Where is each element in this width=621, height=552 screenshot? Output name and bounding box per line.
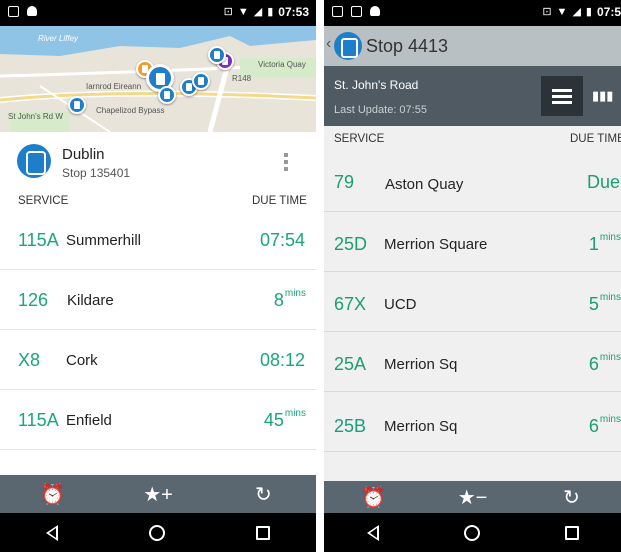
due-time-column-header: DUE TIME <box>570 133 621 145</box>
map-label: St John's Rd W <box>8 112 63 121</box>
map-label: Iarnrod Eireann <box>86 82 142 91</box>
due-time-column-header: DUE TIME <box>252 195 307 207</box>
alarm-icon[interactable]: ⏰ <box>0 475 105 513</box>
departure-row[interactable]: 115A Enfield 45mins <box>0 390 316 450</box>
route-number: X8 <box>18 350 41 370</box>
map-label: R148 <box>232 74 252 83</box>
signal-icon: ◢ <box>253 6 263 18</box>
android-icon <box>370 6 380 16</box>
departure-row[interactable]: 25D Merrion Square 1mins <box>324 212 621 272</box>
due-time: Due <box>586 172 620 192</box>
vibrate-icon: ⊡ <box>223 6 233 18</box>
route-number: 115A <box>18 410 59 430</box>
departure-row[interactable]: 126 Kildare 8mins <box>0 270 316 330</box>
map-label: River Liffey <box>38 34 79 43</box>
recent-apps-icon[interactable] <box>256 525 271 540</box>
destination: Enfield <box>66 412 112 429</box>
due-time: 8mins <box>273 288 306 310</box>
route-number: 79 <box>334 172 355 192</box>
bus-stop-pin[interactable] <box>208 46 226 64</box>
battery-icon: ▮ <box>267 6 274 18</box>
status-time: 07:53 <box>278 5 309 19</box>
route-number: 25A <box>334 354 367 374</box>
stop-map[interactable]: River Liffey Iarnrod Eireann Victoria Qu… <box>0 26 316 132</box>
list-view-button[interactable] <box>541 76 583 116</box>
destination: UCD <box>384 296 417 313</box>
due-time: 5mins <box>588 292 621 314</box>
destination: Summerhill <box>66 232 142 249</box>
departure-row[interactable]: 67X UCD 5mins <box>324 272 621 332</box>
departure-row[interactable]: X8 Cork 08:12 <box>0 330 316 390</box>
departure-row[interactable]: 25A Merrion Sq 6mins <box>324 332 621 392</box>
map-label: Victoria Quay <box>258 60 306 69</box>
destination: Cork <box>66 352 98 369</box>
page-title: Stop 4413 <box>366 36 449 56</box>
route-number: 25D <box>334 234 368 254</box>
destination: Merrion Square <box>384 236 488 253</box>
refresh-icon[interactable]: ↻ <box>211 475 316 513</box>
bus-stop-pin[interactable] <box>68 96 86 114</box>
bus-stop-pin[interactable] <box>158 86 176 104</box>
wifi-icon: ▼ <box>237 6 249 18</box>
destination: Kildare <box>67 292 114 309</box>
notification-icon <box>332 6 343 17</box>
route-number: 67X <box>334 294 367 314</box>
navigation-bar <box>324 513 621 552</box>
vibrate-icon: ⊡ <box>542 6 552 18</box>
add-favourite-icon[interactable]: ★+ <box>105 475 210 513</box>
android-icon <box>27 6 37 16</box>
destination: Merrion Sq <box>384 418 458 435</box>
remove-favourite-icon[interactable]: ★− <box>423 481 522 513</box>
bus-stop-pin[interactable] <box>192 72 210 90</box>
bottom-toolbar: ⏰ ★− ↻ <box>324 481 621 513</box>
wifi-icon: ▼ <box>556 6 568 18</box>
alarm-icon[interactable]: ⏰ <box>324 481 423 513</box>
route-number: 126 <box>18 290 49 310</box>
left-screen: ⊡ ▼ ◢ ▮ 07:53 River Liffey Iarnrod Eirea… <box>0 0 316 552</box>
signal-icon: ◢ <box>572 6 581 18</box>
status-bar: ⊡ ▼ ◢ ▮ 07:5 <box>324 0 621 26</box>
service-column-header: SERVICE <box>334 133 385 145</box>
battery-icon: ▮ <box>585 6 592 18</box>
departure-row[interactable]: 79 Aston Quay Due <box>324 152 621 212</box>
back-chevron-icon[interactable]: ‹ <box>326 35 331 53</box>
due-time: 6mins <box>588 352 621 374</box>
status-time: 07:5 <box>596 5 621 19</box>
bus-icon <box>17 144 51 178</box>
bus-icon <box>334 32 362 60</box>
stop-name: Dublin <box>62 146 105 163</box>
notification-icon <box>8 6 19 17</box>
due-time: 08:12 <box>259 350 305 370</box>
due-time: 6mins <box>588 414 621 436</box>
due-time: 1mins <box>588 232 621 254</box>
due-time: 45mins <box>263 408 306 430</box>
departure-row[interactable]: 115A Summerhill 07:54 <box>0 210 316 270</box>
bottom-toolbar: ⏰ ★+ ↻ <box>0 475 316 513</box>
last-update: Last Update: 07:55 <box>334 104 427 116</box>
navigation-bar <box>0 513 316 552</box>
map-view-icon[interactable]: ▮▮▮ <box>592 88 613 104</box>
route-number: 25B <box>334 416 367 436</box>
home-icon[interactable] <box>148 524 165 541</box>
stop-code: Stop 135401 <box>62 166 131 180</box>
departure-row[interactable]: 25B Merrion Sq 6mins <box>324 392 621 452</box>
right-screen: ⊡ ▼ ◢ ▮ 07:5 ‹ Stop 4413 St. John's Road… <box>324 0 621 552</box>
destination: Aston Quay <box>385 176 464 193</box>
home-icon[interactable] <box>463 524 480 541</box>
back-icon[interactable] <box>45 524 58 541</box>
due-time: 07:54 <box>259 230 305 250</box>
stop-info-header: St. John's Road Last Update: 07:55 ▮▮▮ <box>324 66 621 126</box>
notification-icon <box>351 6 362 17</box>
back-icon[interactable] <box>366 524 379 541</box>
overflow-menu-icon[interactable] <box>284 153 288 171</box>
refresh-icon[interactable]: ↻ <box>522 481 621 513</box>
service-column-header: SERVICE <box>18 195 69 207</box>
map-label: Chapelizod Bypass <box>96 106 165 115</box>
status-bar: ⊡ ▼ ◢ ▮ 07:53 <box>0 0 316 26</box>
road-name: St. John's Road <box>334 78 419 92</box>
recent-apps-icon[interactable] <box>564 525 579 540</box>
destination: Merrion Sq <box>384 356 458 373</box>
route-number: 115A <box>18 230 59 250</box>
